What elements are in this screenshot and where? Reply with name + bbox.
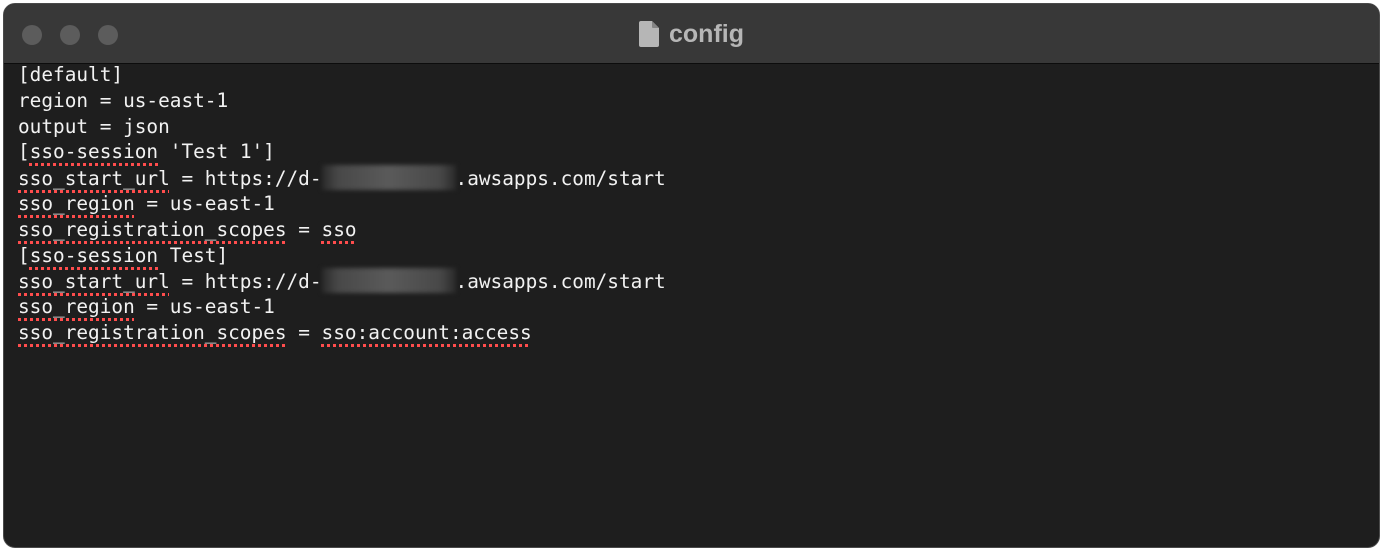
code-text: = https://d-	[169, 167, 322, 191]
code-text: .awsapps.com/start	[455, 270, 666, 294]
misspelled-word: sso_registration_scopes	[18, 217, 287, 241]
code-text: Test]	[158, 243, 229, 267]
code-line: [default]	[18, 62, 1379, 88]
code-text: = us-east-1	[134, 191, 275, 215]
code-line: sso_registration_scopes = sso:account:ac…	[18, 320, 1379, 346]
misspelled-word: sso_registration_scopes	[18, 320, 287, 344]
code-line: sso_region = us-east-1	[18, 191, 1379, 217]
editor-text-area[interactable]: [default] region = us-east-1 output = js…	[4, 62, 1379, 547]
misspelled-word: sso:account:access	[321, 320, 532, 344]
misspelled-word: sso-session	[29, 140, 159, 164]
code-text: =	[286, 320, 322, 344]
code-text: =	[286, 217, 322, 241]
code-text: [default]	[18, 63, 124, 86]
misspelled-word: sso	[321, 217, 357, 241]
code-text: [	[18, 243, 30, 267]
misspelled-word: sso_start_url	[18, 270, 170, 294]
code-text: output = json	[18, 114, 170, 138]
code-text: .awsapps.com/start	[455, 167, 666, 191]
code-line: sso_start_url = https://d- .awsapps.com/s…	[18, 268, 1379, 294]
document-icon	[639, 21, 659, 47]
code-line: sso_start_url = https://d- .awsapps.com/s…	[18, 165, 1379, 191]
code-line: [sso-session Test]	[18, 243, 1379, 269]
misspelled-word: sso_start_url	[18, 167, 170, 191]
code-line: region = us-east-1	[18, 88, 1379, 114]
code-text: = us-east-1	[134, 295, 275, 319]
misspelled-word: sso_region	[18, 295, 135, 319]
code-text: = https://d-	[169, 270, 322, 294]
text-editor-window: config [default] region = us-east-1 outp…	[3, 3, 1380, 548]
code-text: [	[18, 140, 30, 164]
title-bar[interactable]: config	[4, 4, 1379, 64]
window-title: config	[4, 4, 1379, 64]
misspelled-word: sso-session	[29, 243, 159, 267]
code-line: sso_region = us-east-1	[18, 294, 1379, 320]
redacted-value	[321, 165, 456, 191]
code-text: 'Test 1']	[158, 140, 275, 164]
redacted-value	[321, 268, 456, 294]
code-line: [sso-session 'Test 1']	[18, 139, 1379, 165]
window-title-text: config	[669, 19, 744, 48]
code-line: sso_registration_scopes = sso	[18, 217, 1379, 243]
code-text: region = us-east-1	[18, 88, 229, 112]
code-line: output = json	[18, 114, 1379, 140]
misspelled-word: sso_region	[18, 191, 135, 215]
